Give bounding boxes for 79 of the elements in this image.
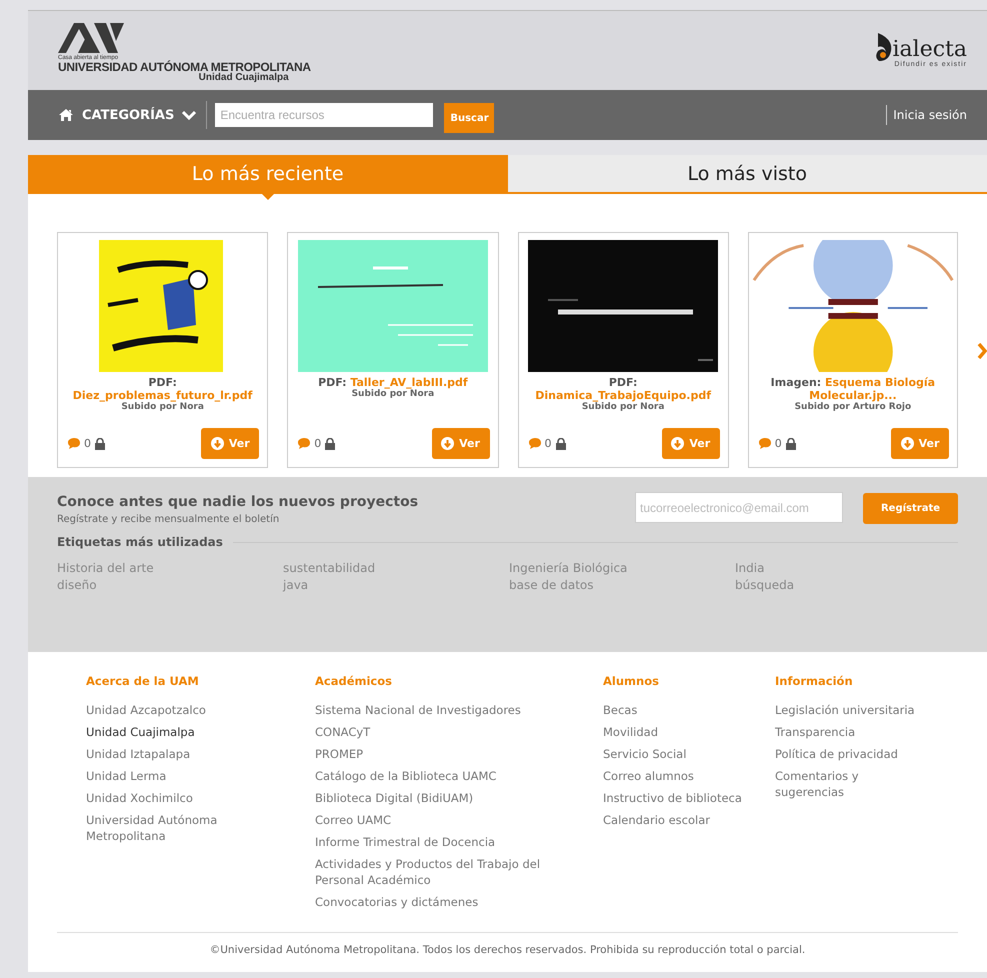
tag-link[interactable]: java [283, 578, 509, 592]
categories-menu-button[interactable]: CATEGORÍAS [58, 101, 208, 129]
footer-link[interactable]: Biblioteca Digital (BidiUAM) [315, 790, 555, 806]
tag-link[interactable]: India [735, 561, 958, 575]
view-button[interactable]: Ver [662, 428, 720, 459]
comment-icon [68, 438, 80, 449]
footer-link[interactable]: Actividades y Productos del Trabajo del Personal Académico [315, 856, 555, 888]
download-icon [900, 437, 914, 450]
brand-name: ialecta [892, 39, 967, 61]
footer-link[interactable]: Unidad Iztapalapa [86, 746, 236, 762]
comment-icon [528, 438, 540, 449]
footer-link[interactable]: Informe Trimestral de Docencia [315, 834, 555, 850]
uploader-label: Subido por Nora [121, 402, 204, 413]
copyright-text: ©Universidad Autónoma Metropolitana. Todos los derechos reservados. Prohibida su reproducción total o parcial. [57, 932, 958, 956]
footer-link[interactable]: Unidad Xochimilco [86, 790, 236, 806]
comment-count: 0 [84, 437, 91, 450]
resource-title: PDF: Taller_AV_labIII.pdf [317, 376, 469, 389]
swirl-logo-icon [874, 33, 892, 61]
tag-link[interactable]: Ingeniería Biológica [509, 561, 735, 575]
footer-link[interactable]: Catálogo de la Biblioteca UAMC [315, 768, 555, 784]
view-button[interactable]: Ver [891, 428, 949, 459]
register-button[interactable]: Regístrate [863, 493, 958, 524]
download-icon [210, 437, 224, 450]
footer-link[interactable]: Política de privacidad [775, 746, 925, 762]
footer-link[interactable]: PROMEP [315, 746, 555, 762]
resource-title: PDF: Dinamica_TrabajoEquipo.pdf [534, 376, 712, 402]
university-name: UNIVERSIDAD AUTÓNOMA METROPOLITANA [58, 60, 311, 72]
footer-link[interactable]: Servicio Social [603, 746, 775, 762]
email-field[interactable]: tucorreoelectronico@email.com [635, 492, 843, 523]
footer-link[interactable]: CONACyT [315, 724, 555, 740]
footer-link[interactable]: Movilidad [603, 724, 775, 740]
footer-link[interactable]: Unidad Lerma [86, 768, 236, 784]
uploader-label: Subido por Arturo Rojo [794, 402, 912, 413]
chevron-down-icon [182, 109, 196, 121]
unit-name: Unidad Cuajimalpa [198, 72, 289, 82]
view-button[interactable]: Ver [432, 428, 490, 459]
newsletter-title: Conoce antes que nadie los nuevos proyectos [57, 494, 418, 510]
download-icon [441, 437, 454, 450]
footer-heading: Académicos [315, 674, 393, 688]
footer-link[interactable]: Legislación universitaria [775, 702, 925, 718]
footer-link[interactable]: Universidad Autónoma Metropolitana [86, 812, 236, 844]
footer-link[interactable]: Instructivo de biblioteca [603, 790, 775, 806]
tag-link[interactable]: Historia del arte [57, 561, 283, 575]
resource-title: PDF: Diez_problemas_futuro_lr.pdf [72, 376, 254, 402]
tab[interactable]: Lo más reciente [28, 155, 508, 192]
download-icon [671, 437, 684, 450]
university-logo-icon [58, 22, 124, 52]
footer-link[interactable]: Calendario escolar [603, 812, 775, 828]
tag-link[interactable]: diseño [57, 578, 283, 592]
login-link[interactable]: Inicia sesión [886, 105, 967, 125]
footer-link[interactable]: Convocatorias y dictámenes [315, 894, 555, 910]
comment-count: 0 [544, 437, 552, 450]
tag-link[interactable]: sustentabilidad [283, 561, 509, 575]
search-button[interactable]: Buscar [444, 103, 494, 133]
footer-heading: Alumnos [603, 674, 660, 688]
footer-link[interactable]: Unidad Azcapotzalco [86, 702, 236, 718]
view-button[interactable]: Ver [201, 428, 260, 459]
footer-link[interactable]: Correo alumnos [603, 768, 775, 784]
tag-link[interactable]: base de datos [509, 578, 735, 592]
footer-link[interactable]: Correo UAMC [315, 812, 555, 828]
footer-link[interactable]: Transparencia [775, 724, 925, 740]
footer-heading: Acerca de la UAM [86, 674, 200, 688]
newsletter-subtitle: Regístrate y recibe mensualmente el boletín [57, 514, 280, 525]
comment-count: 0 [314, 437, 322, 450]
footer-link[interactable]: Sistema Nacional de Investigadores [315, 702, 555, 718]
comment-icon [298, 438, 310, 449]
footer-link[interactable]: Becas [603, 702, 775, 718]
footer-link[interactable]: Unidad Cuajimalpa [86, 724, 236, 740]
uploader-label: Subido por Nora [582, 402, 664, 413]
search-field[interactable]: Encuentra recursos [215, 103, 434, 127]
resource-title: Imagen: Esquema Biología Molecular.jp... [770, 376, 936, 402]
tag-link[interactable]: búsqueda [735, 578, 958, 592]
comment-icon [758, 438, 771, 449]
uploader-label: Subido por Nora [352, 389, 434, 400]
footer-heading: Información [775, 674, 854, 688]
tags-heading: Etiquetas más utilizadas [57, 535, 223, 549]
comment-count: 0 [774, 437, 782, 450]
footer-link[interactable]: Comentarios y sugerencias [775, 768, 925, 800]
home-icon [58, 108, 74, 122]
